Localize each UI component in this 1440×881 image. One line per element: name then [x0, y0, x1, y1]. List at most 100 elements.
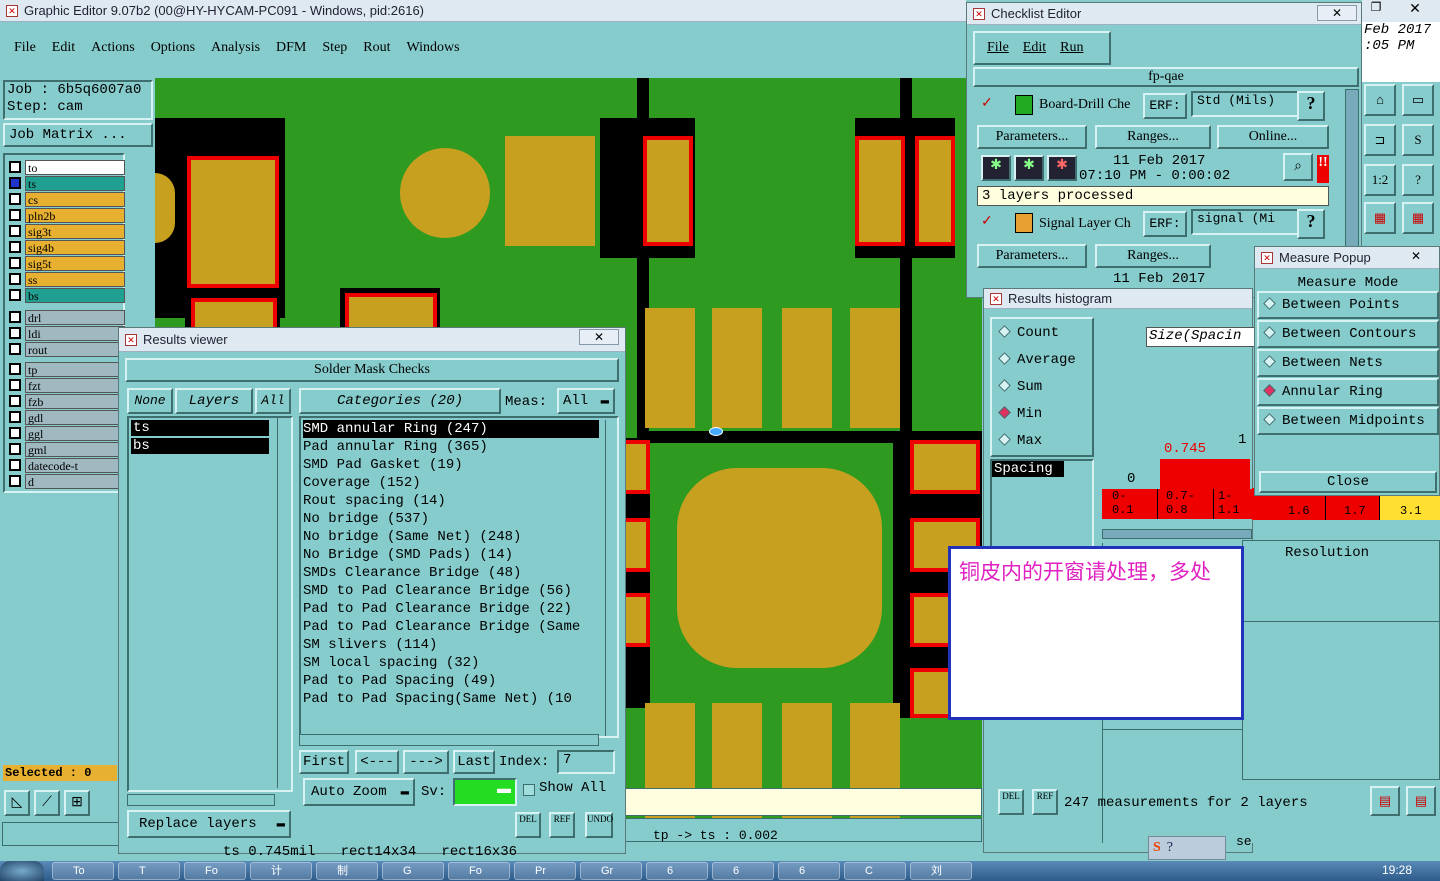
previous-button[interactable]: <---	[355, 750, 399, 774]
category-item[interactable]: SM slivers (114)	[303, 636, 599, 654]
layer-row-sig5t[interactable]: sig5t	[9, 255, 125, 271]
layer-row-tp[interactable]: tp	[9, 361, 125, 377]
layer-row-fzb[interactable]: fzb	[9, 393, 125, 409]
job-matrix-button[interactable]: Job Matrix ...	[3, 123, 153, 147]
bin-label[interactable]: 0.7- 0.8	[1158, 489, 1214, 519]
command-line[interactable]	[2, 822, 122, 846]
option-min[interactable]: Min	[998, 406, 1092, 433]
window-icon[interactable]: ▭	[1402, 84, 1434, 116]
ime-icon[interactable]: S	[1153, 840, 1161, 856]
taskbar-item[interactable]: 6	[712, 862, 774, 880]
result-layer-item[interactable]: ts	[131, 420, 269, 436]
del-icon[interactable]: DEL	[515, 812, 541, 838]
layer-row-sig3t[interactable]: sig3t	[9, 223, 125, 239]
erf-value[interactable]: Std (Mils)	[1191, 91, 1303, 117]
layer-row-ggl[interactable]: ggl	[9, 425, 125, 441]
layer-name[interactable]: datecode-t	[25, 457, 125, 473]
layer-row-drl[interactable]: drl	[9, 309, 125, 325]
menu-edit[interactable]: Edit	[1023, 40, 1046, 56]
bin-label[interactable]: 1- 1.1	[1214, 489, 1254, 519]
layer-checkbox[interactable]	[9, 379, 21, 391]
layer-checkbox[interactable]	[9, 289, 21, 301]
help-icon[interactable]: ?	[1402, 164, 1434, 196]
menu-file[interactable]: File	[987, 40, 1009, 56]
taskbar-item[interactable]: C	[844, 862, 906, 880]
erf-value[interactable]: signal (Mi	[1191, 209, 1303, 235]
taskbar-item[interactable]: T	[118, 862, 180, 880]
layer-row-ss[interactable]: ss	[9, 271, 125, 287]
layer-row-datecode-t[interactable]: datecode-t	[9, 457, 125, 473]
category-item[interactable]: Pad annular Ring (365)	[303, 438, 599, 456]
mode-between-midpoints[interactable]: Between Midpoints	[1257, 407, 1439, 435]
action-1-name[interactable]: Board-Drill Che	[1039, 97, 1141, 113]
ruler-icon[interactable]: ⊐	[1364, 124, 1396, 156]
ranges-button[interactable]: Ranges...	[1095, 244, 1211, 268]
layer-checkbox[interactable]	[9, 363, 21, 375]
last-button[interactable]: Last	[453, 750, 495, 774]
menu-actions[interactable]: Actions	[91, 40, 135, 60]
layer-row-sig4b[interactable]: sig4b	[9, 239, 125, 255]
layer-checkbox[interactable]	[9, 161, 21, 173]
layer-name[interactable]: gml	[25, 441, 125, 457]
help-icon[interactable]: ?	[1297, 209, 1325, 239]
layer-name[interactable]: bs	[25, 287, 125, 303]
layer-name[interactable]: sig5t	[25, 255, 125, 271]
layer-row-ts[interactable]: ts	[9, 175, 125, 191]
close-icon[interactable]: ✕	[579, 329, 619, 345]
layer-name[interactable]: pln2b	[25, 207, 125, 223]
layer-row-to[interactable]: to	[9, 159, 125, 175]
histogram-scrollbar[interactable]	[1102, 529, 1252, 539]
restore-icon[interactable]: ❐	[1362, 0, 1390, 18]
ranges-button[interactable]: Ranges...	[1095, 125, 1211, 149]
taskbar-item[interactable]: 6	[646, 862, 708, 880]
close-button[interactable]: Close	[1259, 471, 1437, 493]
layer-checkbox[interactable]	[9, 459, 21, 471]
taskbar-item[interactable]: Fo	[448, 862, 510, 880]
layer-row-d[interactable]: d	[9, 473, 125, 489]
category-item[interactable]: Rout spacing (14)	[303, 492, 599, 510]
menu-windows[interactable]: Windows	[407, 40, 460, 60]
layer-checkbox[interactable]	[9, 225, 21, 237]
taskbar-item[interactable]: G	[382, 862, 444, 880]
option-average[interactable]: Average	[998, 352, 1092, 379]
layer-name[interactable]: ggl	[25, 425, 125, 441]
close-icon[interactable]: ✕	[1317, 5, 1357, 21]
layer-list-scrollbar[interactable]	[277, 418, 289, 788]
mode-between-contours[interactable]: Between Contours	[1257, 320, 1439, 348]
online-button[interactable]: Online...	[1217, 125, 1329, 149]
layer-name[interactable]: fzb	[25, 393, 125, 409]
menu-step[interactable]: Step	[322, 40, 347, 60]
category-item[interactable]: Pad to Pad Spacing (49)	[303, 672, 599, 690]
bin-label[interactable]: 0- 0.1	[1102, 489, 1158, 519]
layer-name[interactable]: tp	[25, 361, 125, 377]
result-layer-item[interactable]: bs	[131, 438, 269, 454]
layer-name[interactable]: sig3t	[25, 223, 125, 239]
menu-analysis[interactable]: Analysis	[211, 40, 260, 60]
mode-annular-ring[interactable]: Annular Ring	[1257, 378, 1439, 406]
close-icon[interactable]: ✕	[1411, 249, 1421, 263]
layer-row-fzt[interactable]: fzt	[9, 377, 125, 393]
net-icon[interactable]: ▦	[1402, 202, 1434, 234]
layer-checkbox[interactable]	[9, 241, 21, 253]
layer-checkbox[interactable]	[9, 257, 21, 269]
category-hscrollbar[interactable]	[299, 734, 599, 746]
mode-between-nets[interactable]: Between Nets	[1257, 349, 1439, 377]
layer-name[interactable]: to	[25, 159, 125, 175]
taskbar-item[interactable]: Fo	[184, 862, 246, 880]
layer-name[interactable]: drl	[25, 309, 125, 325]
zoom-icon[interactable]: ⌕	[1283, 153, 1313, 181]
stop-icon[interactable]: ✱	[1047, 155, 1077, 181]
taskbar-item[interactable]: 刘	[910, 862, 972, 880]
category-scrollbar[interactable]	[605, 420, 617, 736]
layer-row-bs[interactable]: bs	[9, 287, 125, 303]
sv-color-select[interactable]: ▬	[453, 778, 517, 806]
layer-checkbox[interactable]	[9, 475, 21, 487]
category-item[interactable]: Pad to Pad Clearance Bridge (Same	[303, 618, 599, 636]
parameters-button[interactable]: Parameters...	[977, 125, 1087, 149]
none-button[interactable]: None	[127, 388, 173, 414]
category-item[interactable]: SMDs Clearance Bridge (48)	[303, 564, 599, 582]
layers-icon[interactable]: ▦	[1364, 202, 1396, 234]
layer-name[interactable]: sig4b	[25, 239, 125, 255]
step-run-icon[interactable]: ✱	[1014, 155, 1044, 181]
option-sum[interactable]: Sum	[998, 379, 1092, 406]
